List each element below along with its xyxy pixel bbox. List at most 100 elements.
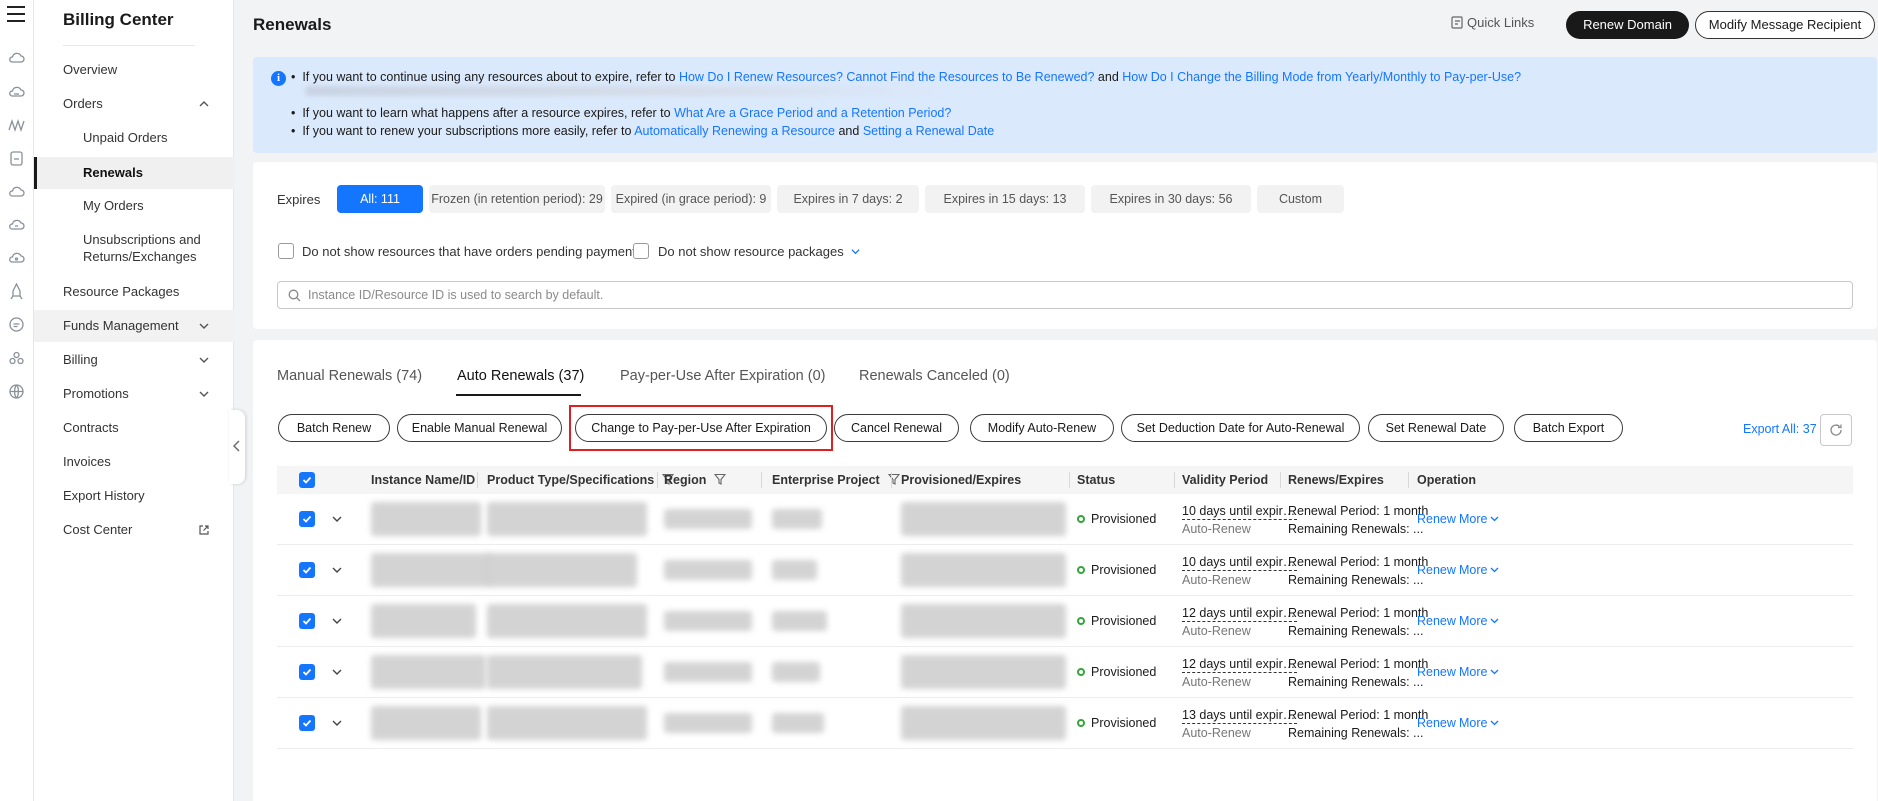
refresh-button[interactable] [1820, 414, 1852, 446]
cloud-outline-icon[interactable] [8, 183, 25, 200]
more-dropdown[interactable]: More [1459, 563, 1499, 577]
nav-item-export-history[interactable]: Export History [34, 480, 234, 512]
nav-item-unsubscriptions[interactable]: Unsubscriptions and Returns/Exchanges [34, 225, 234, 269]
chevron-down-icon[interactable] [851, 247, 860, 256]
renew-link[interactable]: Renew [1417, 512, 1456, 526]
row-checkbox[interactable] [299, 562, 315, 578]
column-divider [1408, 472, 1409, 488]
nav-item-overview[interactable]: Overview [34, 54, 234, 86]
nav-item-unpaid-orders[interactable]: Unpaid Orders [34, 122, 234, 154]
document-icon[interactable] [8, 150, 25, 167]
chevron-down-icon[interactable] [331, 564, 343, 576]
nav-item-orders[interactable]: Orders [34, 88, 234, 120]
set-renewal-date-button[interactable]: Set Renewal Date [1368, 414, 1504, 442]
cloud-network-icon[interactable] [8, 249, 25, 266]
link-change-billing-mode[interactable]: How Do I Change the Billing Mode from Ye… [1122, 70, 1521, 84]
tab-renewals-canceled[interactable]: Renewals Canceled (0) [859, 368, 1010, 384]
renew-link[interactable]: Renew [1417, 614, 1456, 628]
renew-link[interactable]: Renew [1417, 716, 1456, 730]
col-renews-expires: Renews/Expires [1288, 473, 1384, 487]
nav-item-cost-center[interactable]: Cost Center [34, 514, 234, 546]
chevron-down-icon[interactable] [331, 717, 343, 729]
chip-custom[interactable]: Custom [1257, 185, 1344, 213]
info-icon: i [271, 71, 286, 86]
nav-item-promotions[interactable]: Promotions [34, 378, 234, 410]
nav-item-my-orders[interactable]: My Orders [34, 190, 234, 222]
filter-icon[interactable] [714, 473, 727, 485]
filter-icon[interactable] [887, 473, 900, 485]
col-enterprise-project: Enterprise Project [772, 466, 900, 494]
nav-item-invoices[interactable]: Invoices [34, 446, 234, 478]
row-checkbox[interactable] [299, 664, 315, 680]
tab-auto-renewals[interactable]: Auto Renewals (37) [457, 368, 584, 384]
link-auto-renewing[interactable]: Automatically Renewing a Resource [634, 124, 835, 138]
expires-label: Expires [277, 192, 321, 207]
renew-type: Auto-Renew [1182, 624, 1251, 638]
col-status: Status [1077, 473, 1116, 487]
monitor-wave-icon[interactable] [8, 117, 25, 134]
redacted-enterprise-project [772, 560, 817, 580]
chip-all[interactable]: All: 111 [337, 185, 423, 213]
chat-icon[interactable] [8, 316, 25, 333]
chevron-down-icon[interactable] [331, 615, 343, 627]
more-dropdown[interactable]: More [1459, 512, 1499, 526]
nav-item-label: Resource Packages [63, 284, 180, 299]
rocket-icon[interactable] [8, 282, 25, 300]
more-dropdown[interactable]: More [1459, 614, 1499, 628]
cloud-server-icon[interactable] [8, 84, 25, 101]
sidebar-collapse-handle[interactable] [229, 410, 245, 484]
renew-domain-button[interactable]: Renew Domain [1566, 11, 1689, 39]
chevron-down-icon[interactable] [331, 513, 343, 525]
users-icon[interactable] [8, 350, 25, 367]
renew-link[interactable]: Renew [1417, 563, 1456, 577]
export-all-link[interactable]: Export All: 37 [1743, 422, 1817, 436]
nav-item-billing[interactable]: Billing [34, 344, 234, 376]
link-set-renewal-date[interactable]: Setting a Renewal Date [863, 124, 994, 138]
enable-manual-renewal-button[interactable]: Enable Manual Renewal [397, 414, 562, 442]
modify-message-recipient-button[interactable]: Modify Message Recipient [1695, 11, 1875, 39]
search-input[interactable] [308, 284, 1808, 306]
hide-packages-checkbox[interactable] [633, 243, 649, 259]
chip-expires-15-days[interactable]: Expires in 15 days: 13 [925, 185, 1085, 213]
nav-item-funds-management[interactable]: Funds Management [34, 310, 234, 342]
renew-type: Auto-Renew [1182, 522, 1251, 536]
row-checkbox[interactable] [299, 715, 315, 731]
tab-manual-renewals[interactable]: Manual Renewals (74) [277, 368, 422, 384]
chevron-down-icon [198, 310, 212, 342]
link-how-renew-resources[interactable]: How Do I Renew Resources? Cannot Find th… [679, 70, 1095, 84]
hide-packages-label: Do not show resource packages [658, 244, 860, 259]
nav-title: Billing Center [63, 10, 174, 29]
renewal-period: Renewal Period: 1 month [1288, 555, 1429, 569]
set-deduction-date-button[interactable]: Set Deduction Date for Auto-Renewal [1121, 414, 1360, 442]
nav-item-contracts[interactable]: Contracts [34, 412, 234, 444]
chip-expired[interactable]: Expired (in grace period): 9 [611, 185, 771, 213]
link-grace-retention-period[interactable]: What Are a Grace Period and a Retention … [674, 106, 951, 120]
batch-export-button[interactable]: Batch Export [1514, 414, 1623, 442]
tab-pay-per-use[interactable]: Pay-per-Use After Expiration (0) [620, 368, 826, 384]
renew-type: Auto-Renew [1182, 675, 1251, 689]
batch-renew-button[interactable]: Batch Renew [278, 414, 390, 442]
chevron-down-icon[interactable] [331, 666, 343, 678]
filter-card: Expires All: 111 Frozen (in retention pe… [253, 162, 1877, 329]
chip-frozen[interactable]: Frozen (in retention period): 29 [429, 185, 605, 213]
row-checkbox[interactable] [299, 613, 315, 629]
hamburger-menu-icon[interactable] [7, 6, 25, 22]
nav-item-resource-packages[interactable]: Resource Packages [34, 276, 234, 308]
chip-expires-7-days[interactable]: Expires in 7 days: 2 [777, 185, 919, 213]
hide-pending-checkbox[interactable] [278, 243, 294, 259]
chip-expires-30-days[interactable]: Expires in 30 days: 56 [1091, 185, 1251, 213]
modify-auto-renew-button[interactable]: Modify Auto-Renew [970, 414, 1114, 442]
more-dropdown[interactable]: More [1459, 716, 1499, 730]
nav-item-label: Promotions [63, 386, 129, 401]
quick-links-link[interactable]: Quick Links [1451, 15, 1534, 30]
cloud-database-icon[interactable] [8, 216, 25, 233]
cancel-renewal-button[interactable]: Cancel Renewal [834, 414, 959, 442]
more-label: More [1459, 563, 1488, 577]
cloud-icon[interactable] [8, 50, 25, 67]
select-all-checkbox[interactable] [299, 472, 315, 488]
row-checkbox[interactable] [299, 511, 315, 527]
more-dropdown[interactable]: More [1459, 665, 1499, 679]
globe-icon[interactable] [8, 383, 25, 400]
nav-item-renewals[interactable]: Renewals [34, 157, 234, 189]
renew-link[interactable]: Renew [1417, 665, 1456, 679]
